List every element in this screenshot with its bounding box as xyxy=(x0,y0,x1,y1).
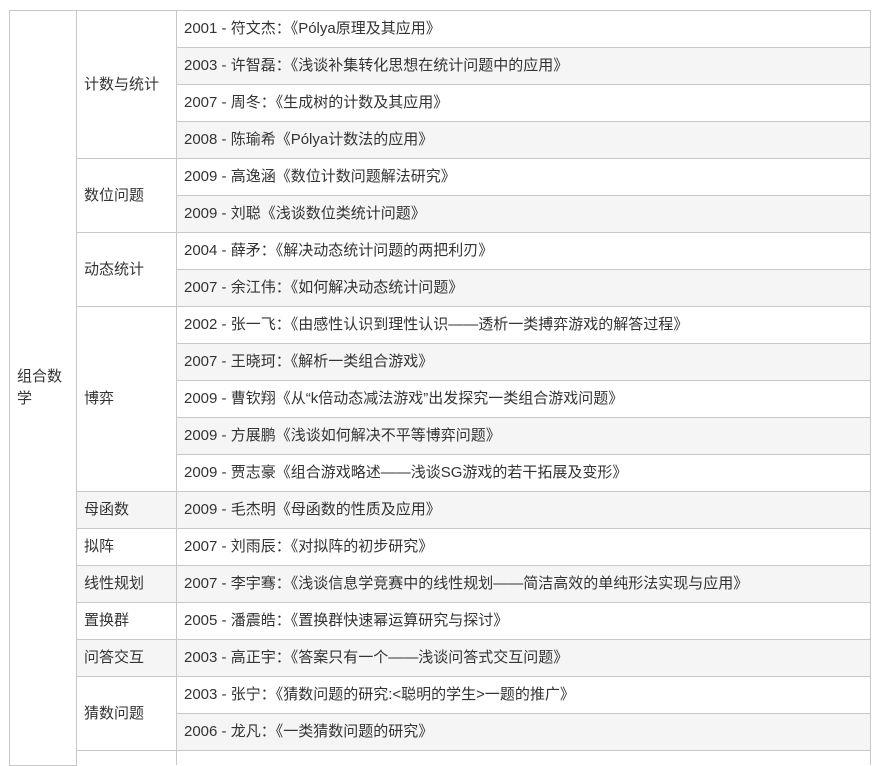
category-cell: 动态统计 xyxy=(76,232,177,307)
paper-cell: 2002 - 张一飞：《由感性认识到理性认识——透析一类搏弈游戏的解答过程》 xyxy=(176,306,871,344)
table-row: 问答交互 2003 - 高正宇：《答案只有一个——浅谈问答式交互问题》 xyxy=(10,639,871,677)
paper-cell: 2009 - 刘聪《浅谈数位类统计问题》 xyxy=(176,195,871,233)
table-row: 母函数 2009 - 毛杰明《母函数的性质及应用》 xyxy=(10,491,871,529)
category-cell: 母函数 xyxy=(76,491,177,529)
category-cell: 计数与统计 xyxy=(76,10,177,159)
paper-cell: 2009 - 贾志豪《组合游戏略述——浅谈SG游戏的若干拓展及变形》 xyxy=(176,454,871,492)
paper-cell: 2007 - 李宇骞：《浅谈信息学竞赛中的线性规划——简洁高效的单纯形法实现与应… xyxy=(176,565,871,603)
paper-cell xyxy=(176,750,871,765)
table-row: 拟阵 2007 - 刘雨辰：《对拟阵的初步研究》 xyxy=(10,528,871,566)
table-row: 置换群 2005 - 潘震皓：《置换群快速幂运算研究与探讨》 xyxy=(10,602,871,640)
paper-cell: 2007 - 刘雨辰：《对拟阵的初步研究》 xyxy=(176,528,871,566)
category-cell xyxy=(76,750,177,765)
category-cell: 线性规划 xyxy=(76,565,177,603)
category-cell: 数位问题 xyxy=(76,158,177,233)
table-row: 数位问题 2009 - 高逸涵《数位计数问题解法研究》 xyxy=(10,158,871,233)
paper-cell: 2007 - 王晓珂：《解析一类组合游戏》 xyxy=(176,343,871,381)
paper-cell: 2007 - 余江伟：《如何解决动态统计问题》 xyxy=(176,269,871,307)
paper-cell: 2007 - 周冬：《生成树的计数及其应用》 xyxy=(176,84,871,122)
paper-cell: 2009 - 毛杰明《母函数的性质及应用》 xyxy=(176,491,871,529)
category-cell: 拟阵 xyxy=(76,528,177,566)
paper-cell: 2003 - 许智磊：《浅谈补集转化思想在统计问题中的应用》 xyxy=(176,47,871,85)
table-row: 线性规划 2007 - 李宇骞：《浅谈信息学竞赛中的线性规划——简洁高效的单纯形… xyxy=(10,565,871,603)
table-row: 猜数问题 2003 - 张宁：《猜数问题的研究:<聪明的学生>一题的推广》 xyxy=(10,676,871,751)
papers-table: 组合数学 计数与统计 2001 - 符文杰：《Pólya原理及其应用》 2003… xyxy=(9,10,871,766)
paper-cell: 2001 - 符文杰：《Pólya原理及其应用》 xyxy=(176,10,871,48)
paper-cell: 2006 - 龙凡：《一类猜数问题的研究》 xyxy=(176,713,871,751)
paper-cell: 2003 - 张宁：《猜数问题的研究:<聪明的学生>一题的推广》 xyxy=(176,676,871,714)
table-row: 动态统计 2004 - 薛矛：《解决动态统计问题的两把利刃》 xyxy=(10,232,871,307)
paper-cell: 2004 - 薛矛：《解决动态统计问题的两把利刃》 xyxy=(176,232,871,270)
category-cell: 问答交互 xyxy=(76,639,177,677)
paper-cell: 2008 - 陈瑜希《Pólya计数法的应用》 xyxy=(176,121,871,159)
table-row: 组合数学 计数与统计 2001 - 符文杰：《Pólya原理及其应用》 xyxy=(9,10,871,766)
paper-cell: 2009 - 高逸涵《数位计数问题解法研究》 xyxy=(176,158,871,196)
paper-cell: 2009 - 方展鹏《浅谈如何解决不平等博弈问题》 xyxy=(176,417,871,455)
area-cell: 组合数学 xyxy=(9,10,77,766)
category-cell: 猜数问题 xyxy=(76,676,177,751)
paper-cell: 2005 - 潘震皓：《置换群快速幂运算研究与探讨》 xyxy=(176,602,871,640)
table-row: 博弈 2002 - 张一飞：《由感性认识到理性认识——透析一类搏弈游戏的解答过程… xyxy=(10,306,871,492)
papers-table-body: 组合数学 计数与统计 2001 - 符文杰：《Pólya原理及其应用》 2003… xyxy=(9,10,871,766)
paper-cell: 2009 - 曹钦翔《从“k倍动态减法游戏”出发探究一类组合游戏问题》 xyxy=(176,380,871,418)
category-cell: 博弈 xyxy=(76,306,177,492)
paper-cell: 2003 - 高正宇：《答案只有一个——浅谈问答式交互问题》 xyxy=(176,639,871,677)
table-row xyxy=(10,750,871,765)
category-cell: 置换群 xyxy=(76,602,177,640)
